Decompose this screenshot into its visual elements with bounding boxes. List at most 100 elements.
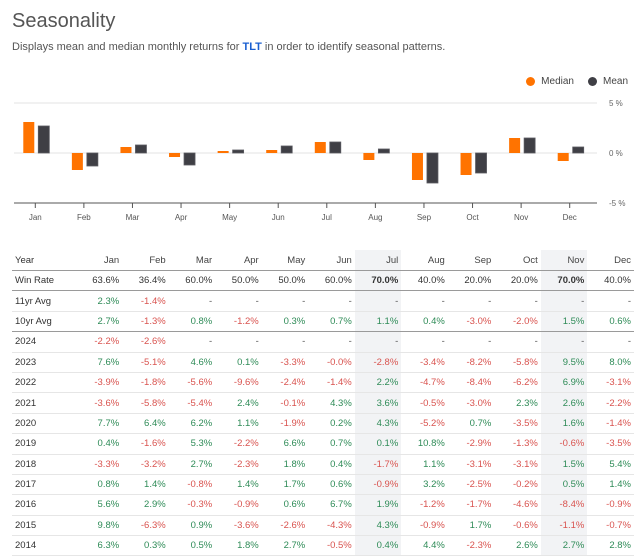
median-bar-jul[interactable]: [314, 142, 326, 153]
table-cell: 2.4%: [215, 392, 262, 414]
mean-bar-feb[interactable]: [86, 152, 99, 167]
table-cell: -2.3%: [215, 454, 262, 475]
mean-bar-mar[interactable]: [135, 144, 147, 154]
table-cell: 4.3%: [308, 392, 355, 414]
table-cell: -: [261, 331, 309, 353]
median-bar-dec[interactable]: [557, 153, 569, 161]
table-cell: -1.7%: [447, 494, 495, 516]
header-apr[interactable]: Apr: [215, 250, 262, 271]
header-year[interactable]: Year: [12, 250, 76, 271]
table-cell: -: [401, 290, 448, 312]
win-rate-cell: 60.0%: [308, 270, 355, 292]
table-cell: 6.9%: [540, 372, 588, 394]
median-bar-sep[interactable]: [411, 153, 423, 180]
median-bar-nov[interactable]: [509, 138, 521, 153]
header-oct[interactable]: Oct: [494, 250, 541, 271]
table-cell: -1.2%: [401, 494, 448, 516]
table-cell: 7.7%: [75, 413, 123, 435]
median-bar-jun[interactable]: [266, 150, 278, 153]
table-cell: -2.2%: [75, 331, 123, 353]
table-cell: -: [308, 290, 355, 312]
median-bar-feb[interactable]: [71, 153, 83, 170]
x-tick-label: Apr: [175, 213, 188, 222]
table-cell: -3.5%: [494, 413, 541, 435]
table-cell: -3.6%: [215, 515, 262, 537]
header-sep[interactable]: Sep: [447, 250, 495, 271]
table-cell: -1.1%: [540, 515, 588, 537]
header-jun[interactable]: Jun: [308, 250, 355, 271]
table-cell: 9.8%: [75, 515, 123, 537]
table-cell: 3.6%: [354, 392, 402, 414]
table-cell: -: [308, 331, 355, 353]
header-jul[interactable]: Jul: [354, 250, 402, 271]
legend-mean[interactable]: Mean: [587, 76, 628, 87]
seasonality-chart: 5 % 0 % -5 % Jan Feb Mar Apr May Jun Jul Aug Sep Oct…: [14, 99, 625, 222]
table-cell: -: [540, 331, 588, 353]
row-label: 2023: [12, 352, 76, 373]
ticker-link[interactable]: TLT: [243, 41, 262, 53]
table-cell: -0.9%: [354, 474, 402, 496]
table-cell: -0.6%: [494, 515, 541, 537]
mean-bar-jan[interactable]: [37, 125, 50, 154]
table-cell: 1.4%: [587, 474, 634, 496]
win-rate-cell: 40.0%: [587, 270, 634, 292]
win-rate-cell: 50.0%: [261, 270, 309, 292]
x-tick-label: Mar: [126, 213, 140, 222]
mean-bar-aug[interactable]: [377, 148, 390, 154]
win-rate-cell: 70.0%: [354, 270, 402, 292]
table-header-row: Year Jan Feb Mar Apr May Jun Jul Aug Sep Oct Nov Dec: [12, 250, 634, 271]
table-row: 2023 7.6% -5.1% 4.6% 0.1% -3.3% -0.0% -2.8% -3.4…: [12, 352, 634, 373]
median-bar-mar[interactable]: [120, 147, 132, 153]
median-bar-jan[interactable]: [23, 122, 35, 153]
legend-median[interactable]: Median: [526, 76, 574, 87]
header-feb[interactable]: Feb: [122, 250, 169, 271]
table-cell: 1.4%: [215, 474, 262, 496]
table-cell: 4.6%: [168, 352, 216, 373]
mean-bar-may[interactable]: [232, 149, 245, 154]
mean-bar-jun[interactable]: [280, 145, 293, 154]
table-cell: -8.2%: [447, 352, 495, 373]
row-label: 2021: [12, 392, 76, 414]
win-rate-cell: 36.4%: [122, 270, 169, 292]
table-cell: -1.3%: [494, 433, 541, 455]
header-nov[interactable]: Nov: [540, 250, 588, 271]
table-cell: 6.6%: [261, 433, 309, 455]
mean-bar-sep[interactable]: [426, 152, 439, 184]
row-label: Win Rate: [12, 270, 76, 292]
table-cell: -3.1%: [494, 454, 541, 475]
mean-bar-nov[interactable]: [523, 137, 536, 154]
median-bar-apr[interactable]: [169, 153, 181, 157]
median-bar-aug[interactable]: [363, 153, 375, 160]
table-cell: 5.3%: [168, 433, 216, 455]
table-cell: -0.9%: [215, 494, 262, 516]
table-cell: -: [215, 331, 262, 353]
table-cell: -: [168, 290, 216, 312]
median-bar-oct[interactable]: [460, 153, 472, 175]
median-bar-may[interactable]: [217, 151, 229, 153]
header-aug[interactable]: Aug: [401, 250, 448, 271]
table-cell: 0.7%: [447, 413, 495, 435]
table-cell: 0.6%: [587, 311, 634, 333]
table-cell: -2.6%: [122, 331, 169, 353]
header-dec[interactable]: Dec: [587, 250, 634, 271]
header-mar[interactable]: Mar: [168, 250, 216, 271]
mean-bar-dec[interactable]: [572, 146, 585, 154]
table-row: 2022 -3.9% -1.8% -5.6% -9.6% -2.4% -1.4% 2.2% -4…: [12, 372, 634, 394]
header-jan[interactable]: Jan: [75, 250, 123, 271]
table-cell: 1.7%: [447, 515, 495, 537]
table-cell: 2.9%: [122, 494, 169, 516]
table-cell: 1.1%: [215, 413, 262, 435]
table-cell: -2.2%: [215, 433, 262, 455]
table-cell: -3.6%: [75, 392, 123, 414]
table-cell: -3.0%: [447, 311, 495, 333]
table-row: 2021 -3.6% -5.8% -5.4% 2.4% -0.1% 4.3% 3.6% -0.5…: [12, 392, 634, 414]
table-cell: -1.4%: [587, 413, 634, 435]
table-cell: -4.7%: [401, 372, 448, 394]
table-cell: 4.3%: [354, 413, 402, 435]
mean-bar-oct[interactable]: [475, 152, 487, 174]
header-may[interactable]: May: [261, 250, 309, 271]
table-cell: -0.1%: [261, 392, 309, 414]
mean-bar-jul[interactable]: [329, 141, 342, 154]
table-cell: 0.7%: [308, 433, 355, 455]
mean-bar-apr[interactable]: [183, 152, 196, 166]
